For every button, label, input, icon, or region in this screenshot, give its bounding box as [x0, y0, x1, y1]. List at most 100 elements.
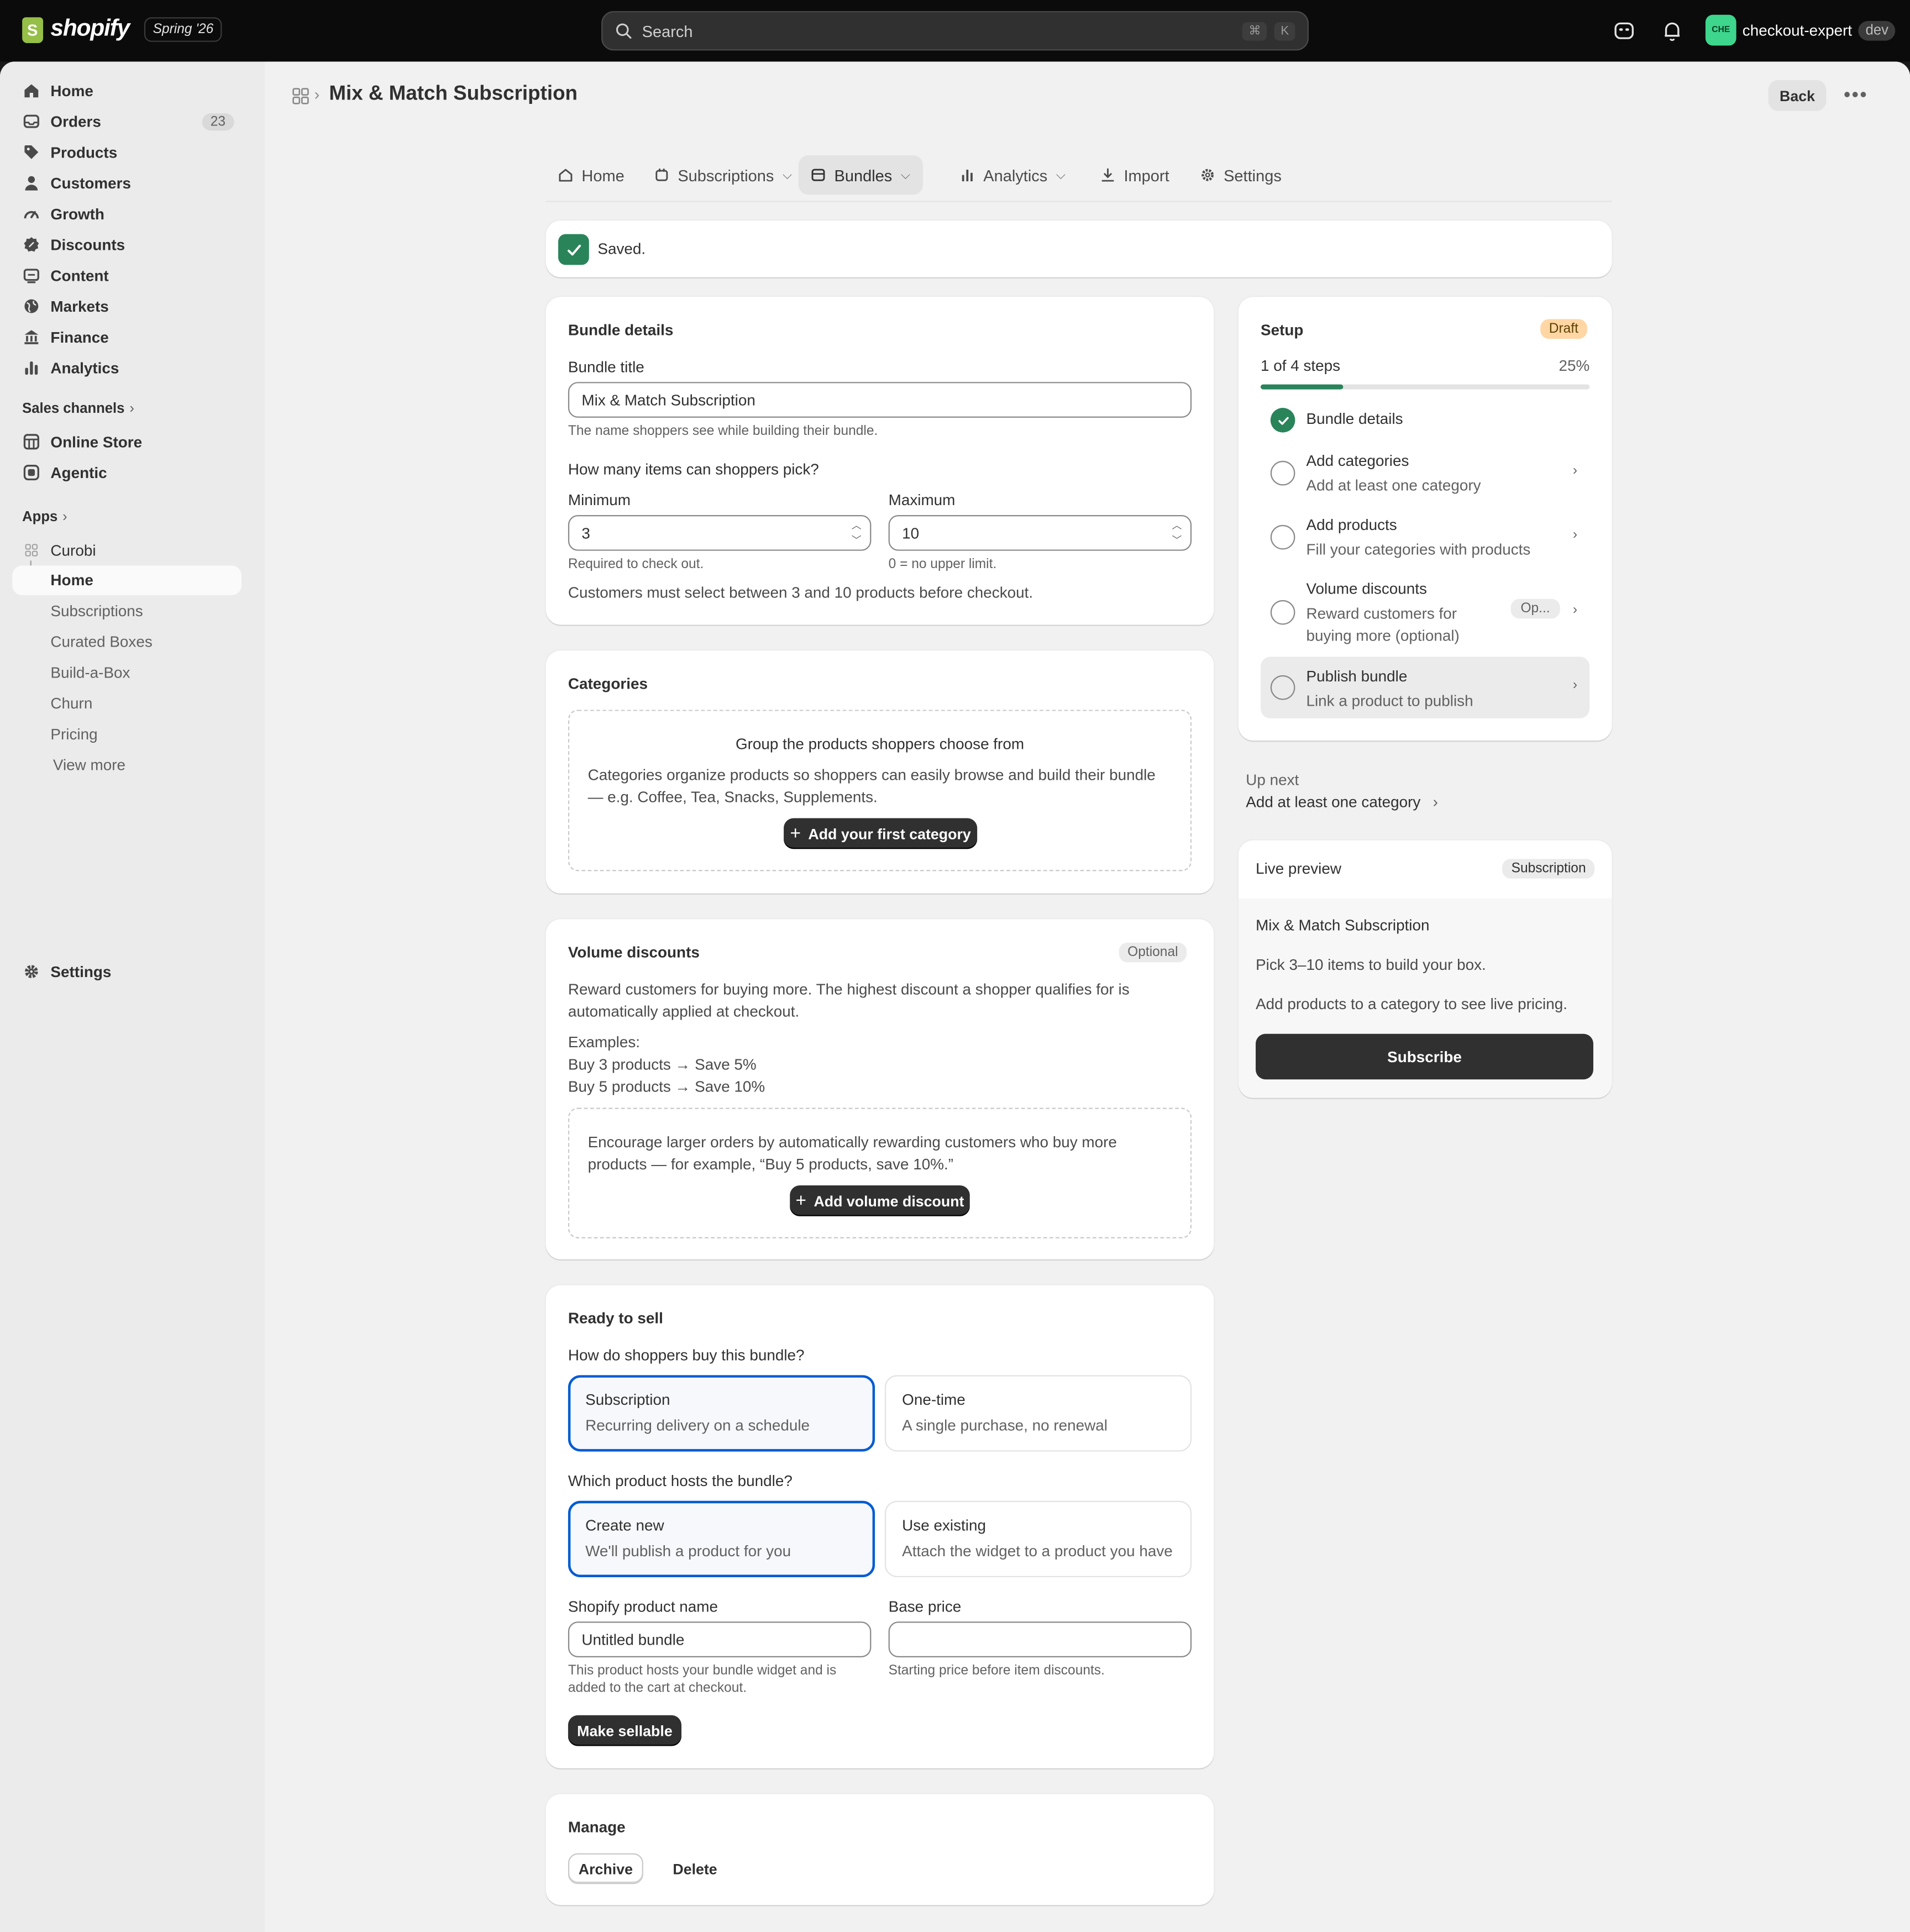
- more-actions-button[interactable]: •••: [1842, 80, 1869, 111]
- sidebar-item-label: Growth: [50, 205, 104, 223]
- sidebar-item-customers[interactable]: Customers: [12, 167, 242, 198]
- account-name: checkout-expert: [1742, 22, 1853, 39]
- sidebar-item-orders[interactable]: Orders 23: [12, 106, 242, 137]
- buy-question: How do shoppers buy this bundle?: [568, 1347, 805, 1364]
- option-use-existing[interactable]: Use existing Attach the widget to a prod…: [884, 1500, 1192, 1578]
- sidebar-app-curated-boxes[interactable]: Curated Boxes: [50, 633, 152, 650]
- input-value: 10: [902, 524, 920, 542]
- search-bar[interactable]: Search ⌘ K: [601, 11, 1309, 51]
- sidebar-app-subscriptions[interactable]: Subscriptions: [50, 602, 143, 620]
- preview-pick-text: Pick 3–10 items to build your box.: [1256, 956, 1486, 974]
- setup-step-publish-bundle[interactable]: Publish bundle Link a product to publish…: [1260, 657, 1590, 718]
- sidebar-view-more[interactable]: View more: [53, 757, 125, 774]
- globe-icon: [22, 297, 39, 314]
- bell-icon[interactable]: [1661, 20, 1683, 42]
- stepper-icon[interactable]: ︿ ﹀: [848, 520, 865, 546]
- apps-header[interactable]: Apps ›: [22, 510, 67, 525]
- subscription-icon: [655, 169, 668, 181]
- delete-button[interactable]: Delete: [662, 1853, 728, 1884]
- option-one-time[interactable]: One-time A single purchase, no renewal: [884, 1375, 1192, 1452]
- input-value: Mix & Match Subscription: [581, 391, 755, 409]
- minimum-label: Minimum: [568, 491, 631, 509]
- sidebar-item-label: Analytics: [50, 359, 119, 377]
- chevron-down-icon: ⌵: [900, 168, 910, 182]
- home-icon: [559, 169, 573, 182]
- card-title: Bundle details: [568, 321, 674, 339]
- step-desc: Link a product to publish: [1306, 692, 1473, 710]
- search-icon: [616, 23, 632, 39]
- card-title: Volume discounts: [568, 943, 700, 962]
- option-title: Use existing: [902, 1516, 986, 1534]
- option-title: Subscription: [585, 1391, 670, 1409]
- chevron-down-icon: ⌵: [1056, 168, 1066, 182]
- option-title: Create new: [585, 1516, 664, 1534]
- make-sellable-button[interactable]: Make sellable: [568, 1715, 682, 1746]
- tab-subscriptions[interactable]: Subscriptions ⌵: [642, 155, 805, 195]
- bundle-title-input[interactable]: Mix & Match Subscription: [568, 382, 1192, 418]
- setup-step-bundle-details[interactable]: Bundle details: [1261, 408, 1589, 440]
- sidebar-app-home[interactable]: Home: [12, 565, 242, 595]
- account-menu[interactable]: CHE checkout-expert dev: [1705, 14, 1896, 46]
- sidebar-item-markets[interactable]: Markets: [12, 291, 242, 322]
- back-button[interactable]: Back: [1768, 80, 1827, 111]
- sidebar-item-content[interactable]: Content: [12, 260, 242, 291]
- minimum-input[interactable]: 3 ︿ ﹀: [568, 515, 872, 551]
- up-next-link[interactable]: Add at least one category ›: [1246, 794, 1438, 811]
- setup-step-add-categories[interactable]: Add categories Add at least one category…: [1261, 452, 1589, 506]
- option-subscription[interactable]: Subscription Recurring delivery on a sch…: [568, 1375, 875, 1452]
- stepper-icon[interactable]: ︿ ﹀: [1168, 520, 1185, 546]
- sidebar-item-analytics[interactable]: Analytics: [12, 353, 242, 384]
- step-desc-line1: Reward customers for: [1306, 605, 1457, 622]
- tab-analytics[interactable]: Analytics ⌵: [948, 155, 1078, 195]
- shopify-logo[interactable]: shopify Spring '26: [22, 16, 222, 43]
- sidebar-item-online-store[interactable]: Online Store: [12, 426, 242, 457]
- sidebar-app-build-a-box[interactable]: Build-a-Box: [50, 664, 130, 681]
- sidebar-item-home[interactable]: Home: [12, 75, 242, 106]
- preview-bundle-name: Mix & Match Subscription: [1256, 916, 1430, 935]
- sidebar-item-agentic[interactable]: Agentic: [12, 457, 242, 488]
- add-first-category-button[interactable]: + Add your first category: [784, 818, 978, 849]
- app-grid-icon[interactable]: [292, 87, 309, 104]
- tab-bundles[interactable]: Bundles ⌵: [798, 155, 923, 195]
- progress-fill: [1260, 384, 1343, 390]
- step-desc-line2: buying more (optional): [1306, 627, 1460, 645]
- shopify-bag-icon: [22, 17, 44, 43]
- sidebar-item-growth[interactable]: Growth: [12, 198, 242, 229]
- setup-step-add-products[interactable]: Add products Fill your categories with p…: [1261, 516, 1589, 570]
- option-create-new[interactable]: Create new We'll publish a product for y…: [568, 1500, 875, 1578]
- sales-channels-header[interactable]: Sales channels ›: [22, 402, 134, 417]
- ready-to-sell-card: Ready to sell How do shoppers buy this b…: [545, 1285, 1214, 1768]
- example-2: Buy 5 products → Save 10%: [568, 1078, 765, 1096]
- volume-desc-line1: Reward customers for buying more. The hi…: [568, 980, 1130, 999]
- base-price-input[interactable]: [888, 1621, 1192, 1657]
- tab-import[interactable]: Import: [1088, 155, 1182, 195]
- breadcrumb-separator: ›: [314, 85, 320, 104]
- progress-text: 1 of 4 steps: [1260, 357, 1341, 375]
- sidebar-item-products[interactable]: Products: [12, 136, 242, 167]
- sidebar-app-churn[interactable]: Churn: [50, 695, 92, 712]
- sidebar-item-discounts[interactable]: Discounts: [12, 229, 242, 260]
- product-name-input[interactable]: Untitled bundle: [568, 1621, 872, 1657]
- volume-desc-line2: automatically applied at checkout.: [568, 1002, 800, 1021]
- tab-settings[interactable]: Settings: [1188, 155, 1294, 195]
- tab-home[interactable]: Home: [546, 155, 637, 195]
- setup-step-volume-discounts[interactable]: Volume discounts Reward customers for bu…: [1261, 580, 1589, 654]
- chevron-right-icon: ›: [62, 510, 67, 525]
- sidekick-icon[interactable]: [1613, 20, 1635, 42]
- checkmark-icon: [558, 234, 589, 265]
- archive-button[interactable]: Archive: [568, 1853, 643, 1884]
- card-title: Ready to sell: [568, 1310, 663, 1327]
- maximum-input[interactable]: 10 ︿ ﹀: [888, 515, 1192, 551]
- input-value: 3: [581, 524, 590, 542]
- sidebar-item-finance[interactable]: Finance: [12, 322, 242, 353]
- sidebar-item-settings[interactable]: Settings: [12, 956, 242, 987]
- subscribe-button[interactable]: Subscribe: [1256, 1033, 1594, 1080]
- option-title: One-time: [902, 1391, 966, 1409]
- sidebar-app-pricing[interactable]: Pricing: [50, 726, 97, 743]
- option-desc: Attach the widget to a product you have: [902, 1542, 1173, 1560]
- sidebar-item-label: Online Store: [50, 433, 143, 450]
- preview-panel: Mix & Match Subscription Pick 3–10 items…: [1238, 898, 1612, 1098]
- maximum-help: 0 = no upper limit.: [888, 556, 997, 572]
- add-volume-discount-button[interactable]: + Add volume discount: [790, 1185, 970, 1216]
- bar-chart-icon: [962, 170, 973, 182]
